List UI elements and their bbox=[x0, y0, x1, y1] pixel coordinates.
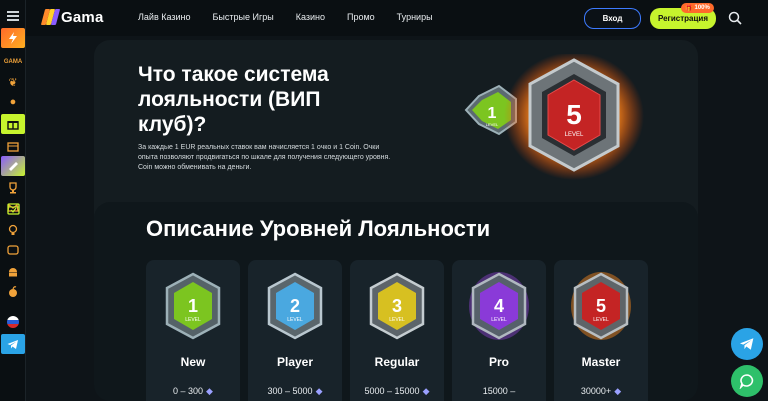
big-badge-label: LEVEL bbox=[565, 132, 584, 138]
telegram-icon bbox=[740, 338, 754, 350]
svg-text:4: 4 bbox=[494, 296, 504, 316]
svg-text:LEVEL: LEVEL bbox=[287, 317, 303, 323]
telegram-icon[interactable] bbox=[1, 334, 25, 354]
hero-title: Что такое система лояльности (ВИП клуб)? bbox=[138, 63, 329, 136]
logo-mark-icon bbox=[40, 8, 61, 26]
level-4-badge-icon: 4 LEVEL bbox=[469, 272, 529, 340]
gift-icon[interactable] bbox=[1, 114, 25, 134]
svg-text:5: 5 bbox=[596, 296, 606, 316]
nav-promo[interactable]: Промо bbox=[347, 12, 375, 22]
level-name: Master bbox=[581, 355, 621, 369]
small-badge-label: LEVEL bbox=[486, 122, 499, 127]
android-icon[interactable] bbox=[1, 262, 25, 282]
trophy-icon[interactable] bbox=[1, 178, 25, 198]
level-range: 30000+ ◆ bbox=[580, 386, 622, 396]
level-5-badge-icon: 5 LEVEL bbox=[571, 272, 631, 340]
level-name: Player bbox=[276, 355, 314, 369]
svg-text:LEVEL: LEVEL bbox=[491, 317, 507, 323]
game-icon[interactable] bbox=[1, 240, 25, 260]
big-badge-number: 5 bbox=[566, 99, 582, 130]
telegram-float-button[interactable] bbox=[731, 328, 763, 360]
level-2-badge-icon: 2 LEVEL bbox=[267, 272, 323, 340]
level-range: 15000 – bbox=[482, 386, 516, 396]
svg-text:1: 1 bbox=[188, 296, 198, 316]
level-3-badge-icon: 3 LEVEL bbox=[369, 272, 425, 340]
level-name: New bbox=[180, 355, 206, 369]
nav-casino[interactable]: Казино bbox=[296, 12, 325, 22]
level-card-player[interactable]: 2 LEVEL Player 300 – 5000 ◆ bbox=[248, 260, 342, 401]
ticket-icon[interactable] bbox=[1, 156, 25, 176]
bonus-badge: 🎁 100% bbox=[681, 3, 714, 13]
level-range: 300 – 5000 ◆ bbox=[267, 386, 323, 396]
logo-text: Gama bbox=[61, 8, 104, 26]
nav-fast-games[interactable]: Быстрые Игры bbox=[213, 12, 274, 22]
calendar-icon[interactable] bbox=[1, 198, 25, 218]
level-name: Regular bbox=[374, 355, 420, 369]
bulb-icon[interactable] bbox=[1, 220, 25, 240]
pumpkin-icon[interactable]: ● bbox=[1, 92, 25, 112]
lightning-icon[interactable] bbox=[1, 28, 25, 48]
level-card-pro[interactable]: 4 LEVEL Pro 15000 – bbox=[452, 260, 546, 401]
hero-description: За каждые 1 EUR реальных ставок вам начи… bbox=[138, 144, 391, 171]
main-nav: Лайв Казино Быстрые Игры Казино Промо Ту… bbox=[138, 12, 455, 22]
levels-title: Описание Уровней Лояльности bbox=[146, 216, 491, 241]
level-range: 5000 – 15000 ◆ bbox=[364, 386, 430, 396]
logo[interactable]: Gama bbox=[40, 8, 104, 26]
search-icon[interactable] bbox=[728, 11, 742, 25]
level-name: Pro bbox=[488, 355, 509, 369]
nav-live-casino[interactable]: Лайв Казино bbox=[138, 12, 191, 22]
bonus-badge-text: 100% bbox=[694, 5, 710, 11]
gift-small-icon: 🎁 bbox=[685, 5, 693, 12]
svg-text:3: 3 bbox=[392, 296, 402, 316]
level-badges-illustration: 1 LEVEL 5 LEVEL bbox=[464, 54, 644, 180]
sidebar: GAMA ❦ ● bbox=[0, 0, 26, 401]
box-icon[interactable] bbox=[1, 136, 25, 156]
svg-text:LEVEL: LEVEL bbox=[389, 317, 405, 323]
menu-icon[interactable] bbox=[1, 6, 25, 26]
diamond-icon: ◆ bbox=[315, 386, 323, 396]
sidebar-text-label[interactable]: GAMA bbox=[1, 52, 25, 72]
chat-float-button[interactable] bbox=[731, 365, 763, 397]
cherry-icon[interactable]: ❦ bbox=[1, 72, 25, 92]
levels-section: Описание Уровней Лояльности 1 LEVEL New … bbox=[94, 202, 698, 401]
diamond-icon: ◆ bbox=[614, 386, 622, 396]
flag-ru-icon[interactable] bbox=[1, 312, 25, 332]
apple-icon[interactable] bbox=[1, 282, 25, 302]
diamond-icon: ◆ bbox=[206, 386, 213, 396]
svg-text:LEVEL: LEVEL bbox=[185, 317, 201, 323]
level-card-new[interactable]: 1 LEVEL New 0 – 300 ◆ bbox=[146, 260, 240, 401]
svg-text:LEVEL: LEVEL bbox=[593, 317, 609, 323]
chat-icon bbox=[739, 374, 754, 389]
level-range: 0 – 300 ◆ bbox=[173, 386, 213, 396]
level-card-master[interactable]: 5 LEVEL Master 30000+ ◆ bbox=[554, 260, 648, 401]
login-button[interactable]: Вход bbox=[584, 8, 641, 29]
header: Gama Лайв Казино Быстрые Игры Казино Про… bbox=[26, 0, 768, 36]
level-1-badge-icon: 1 LEVEL bbox=[165, 272, 221, 340]
level-card-regular[interactable]: 3 LEVEL Regular 5000 – 15000 ◆ bbox=[350, 260, 444, 401]
small-badge-number: 1 bbox=[488, 105, 497, 122]
diamond-icon: ◆ bbox=[422, 386, 430, 396]
nav-tournaments[interactable]: Турниры bbox=[397, 12, 433, 22]
svg-text:2: 2 bbox=[290, 296, 300, 316]
